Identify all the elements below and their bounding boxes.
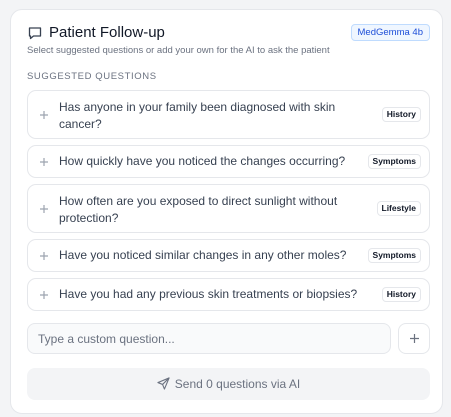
question-item[interactable]: Have you had any previous skin treatment… <box>27 278 430 311</box>
send-questions-button[interactable]: Send 0 questions via AI <box>27 368 430 400</box>
question-category-badge: History <box>381 287 421 302</box>
question-category-badge: Lifestyle <box>376 201 421 216</box>
card-title: Patient Follow-up <box>49 24 165 41</box>
question-text: Have you had any previous skin treatment… <box>59 287 358 301</box>
add-custom-question-button[interactable] <box>398 323 430 354</box>
question-text: How quickly have you noticed the changes… <box>59 154 346 168</box>
plus-icon <box>40 205 48 213</box>
question-item[interactable]: How often are you exposed to direct sunl… <box>27 184 430 233</box>
question-text: Has anyone in your family been diagnosed… <box>59 100 336 131</box>
plus-icon <box>40 291 48 299</box>
model-badge: MedGemma 4b <box>350 24 430 41</box>
patient-follow-up-card: Patient Follow-up MedGemma 4b Select sug… <box>10 9 443 414</box>
question-category-badge: Symptoms <box>367 248 421 263</box>
question-category-badge: History <box>381 107 421 122</box>
question-item[interactable]: How quickly have you noticed the changes… <box>27 145 430 178</box>
plus-icon <box>40 158 48 166</box>
custom-question-input[interactable] <box>27 323 391 354</box>
question-text: How often are you exposed to direct sunl… <box>59 194 338 225</box>
question-category-badge: Symptoms <box>367 154 421 169</box>
chat-icon <box>28 27 42 40</box>
question-item[interactable]: Has anyone in your family been diagnosed… <box>27 90 430 139</box>
send-icon <box>157 377 170 390</box>
plus-icon <box>40 252 48 260</box>
question-text: Have you noticed similar changes in any … <box>59 248 347 262</box>
question-item[interactable]: Have you noticed similar changes in any … <box>27 239 430 272</box>
suggested-questions-label: SUGGESTED QUESTIONS <box>27 71 157 82</box>
card-header: Patient Follow-up MedGemma 4b <box>27 23 430 43</box>
plus-icon <box>40 111 48 119</box>
card-subtitle: Select suggested questions or add your o… <box>27 45 330 56</box>
plus-icon <box>410 334 419 343</box>
send-button-label: Send 0 questions via AI <box>174 377 301 391</box>
